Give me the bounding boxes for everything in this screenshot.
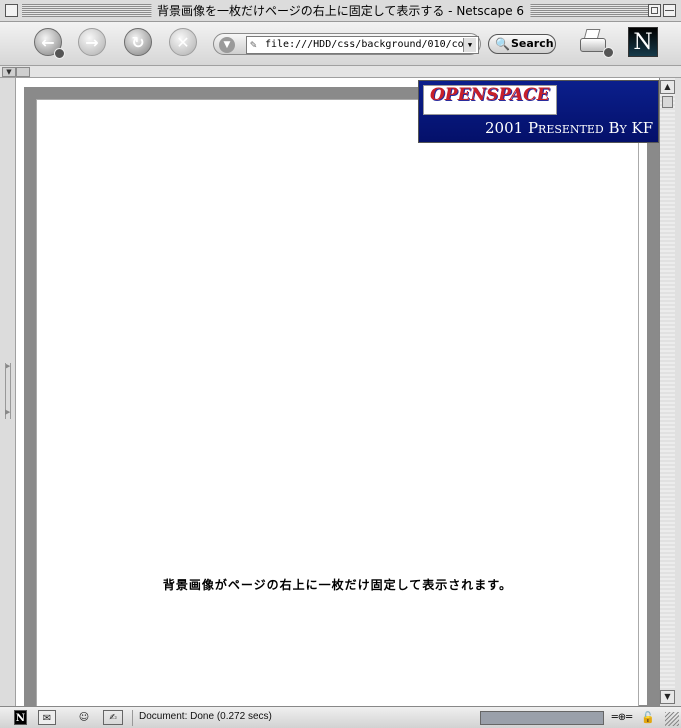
composer-icon[interactable]: ✍ <box>103 710 123 725</box>
back-button[interactable]: ← <box>34 28 65 59</box>
page-caption: 背景画像がページの右上に一枚だけ固定して表示されます。 <box>162 578 513 592</box>
arrow-right-icon: → <box>85 32 99 52</box>
arrow-left-icon: ← <box>41 32 55 52</box>
scroll-down-button[interactable]: ▼ <box>660 690 675 704</box>
forward-button[interactable]: → <box>78 28 106 56</box>
page-inner-area <box>36 99 639 706</box>
navigation-toolbar: ← → ↻ ✕ ▼ ✎ file:///HDD/css/background/0… <box>0 22 681 66</box>
page-icon: ✎ <box>250 38 257 51</box>
vertical-scrollbar[interactable]: ▲ ▼ <box>659 78 675 706</box>
search-label: Search <box>511 37 554 50</box>
window-title: 背景画像を一枚だけページの右上に固定して表示する - Netscape 6 <box>150 2 531 20</box>
zoom-box[interactable] <box>648 4 661 17</box>
close-box[interactable] <box>5 4 18 17</box>
status-bar: N ✉ ☺ ✍ Document: Done (0.272 secs) ═⊕═ … <box>0 706 681 728</box>
progress-meter <box>480 711 604 725</box>
openspace-logo-text: OPENSPACE <box>430 85 550 105</box>
url-text: file:///HDD/css/background/010/code.htm <box>265 39 479 50</box>
title-bar[interactable]: 背景画像を一枚だけページの右上に固定して表示する - Netscape 6 <box>0 0 681 22</box>
scroll-up-button[interactable]: ▲ <box>660 80 675 94</box>
reload-icon: ↻ <box>131 32 145 52</box>
netscape-logo[interactable]: N <box>628 27 658 57</box>
search-icon: 🔍 <box>495 37 510 51</box>
presented-by-text: 2001 Presented By KF <box>485 119 654 137</box>
chevron-down-icon[interactable]: ▼ <box>219 37 235 53</box>
scroll-thumb[interactable] <box>662 96 673 108</box>
search-button[interactable]: 🔍 Search <box>488 34 556 54</box>
url-input[interactable]: ✎ file:///HDD/css/background/010/code.ht… <box>246 36 479 54</box>
print-dropdown[interactable] <box>603 47 614 58</box>
sidebar-grip-panel[interactable]: ▶ ▶ <box>0 78 16 706</box>
fixed-background-image: OPENSPACE 2001 Presented By KF <box>418 80 659 143</box>
toolbar-twisty-icon[interactable]: ▼ <box>2 67 16 77</box>
instant-messenger-icon[interactable]: ☺ <box>73 710 95 725</box>
openspace-logo: OPENSPACE <box>423 85 557 115</box>
stop-icon: ✕ <box>176 32 190 52</box>
navigator-icon[interactable]: N <box>14 710 27 725</box>
collapse-box[interactable] <box>663 4 676 17</box>
mail-icon[interactable]: ✉ <box>38 710 56 725</box>
url-history-dropdown[interactable]: ▼ <box>463 38 476 52</box>
toolbar-twisty-icon-2[interactable] <box>16 67 30 77</box>
window-right-edge <box>675 78 681 706</box>
personal-toolbar-strip: ▼ <box>0 66 681 78</box>
security-lock-icon[interactable]: 🔓 <box>640 710 656 725</box>
print-button[interactable] <box>578 28 614 58</box>
status-text: Document: Done (0.272 secs) <box>139 711 272 722</box>
resize-grip-icon[interactable] <box>665 712 679 726</box>
stop-button[interactable]: ✕ <box>169 28 197 56</box>
back-history-dropdown[interactable] <box>54 48 65 59</box>
page-content: OPENSPACE 2001 Presented By KF 背景画像がページの… <box>16 78 659 706</box>
status-separator <box>132 710 133 726</box>
reload-button[interactable]: ↻ <box>124 28 152 56</box>
url-bar: ▼ ✎ file:///HDD/css/background/010/code.… <box>213 33 481 55</box>
printer-icon <box>580 38 606 52</box>
sidebar-open-icon-2: ▶ <box>5 408 11 416</box>
online-plug-icon[interactable]: ═⊕═ <box>610 711 634 725</box>
